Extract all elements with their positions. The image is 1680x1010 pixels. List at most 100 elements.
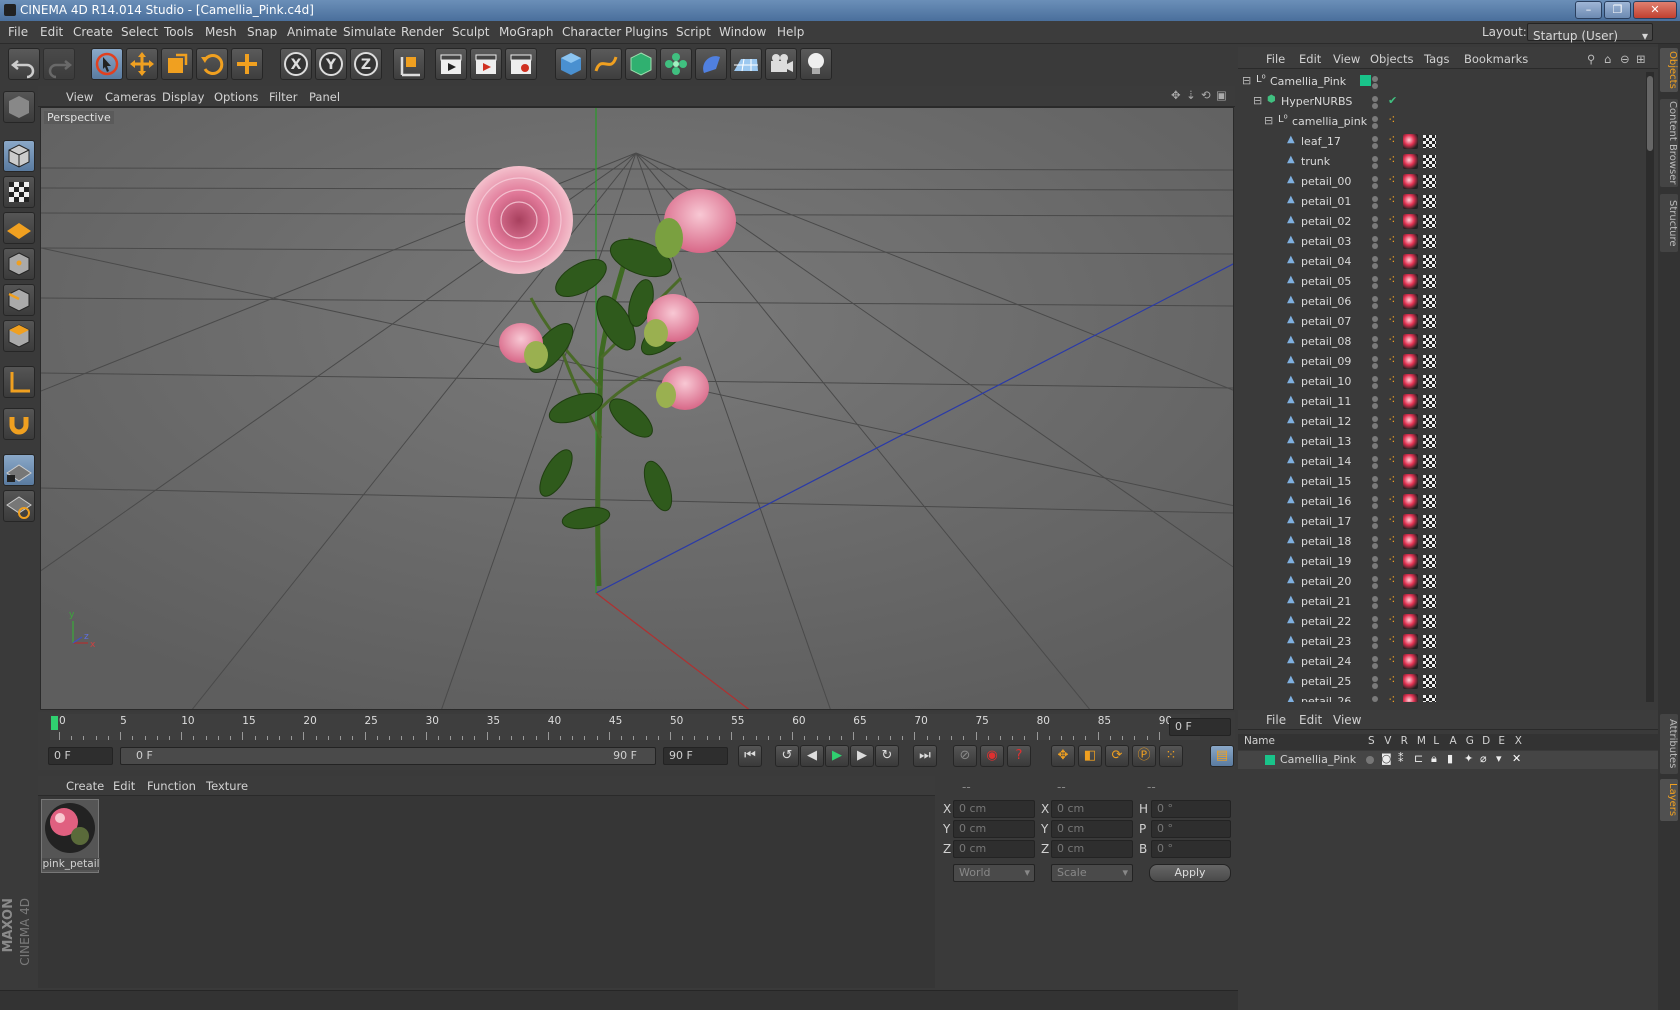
object-row[interactable]: ▲ petail_02 ⁖ xyxy=(1238,212,1643,232)
deformer-button[interactable] xyxy=(695,48,727,80)
previous-key-button[interactable]: ↺ xyxy=(775,745,799,767)
phong-tag-icon[interactable]: ⁖ xyxy=(1388,113,1396,128)
object-row[interactable]: ▲ petail_19 ⁖ xyxy=(1238,552,1643,572)
rot-p-field[interactable]: 0 ° xyxy=(1151,820,1231,838)
material-tag-icon[interactable] xyxy=(1403,294,1418,309)
pos-y-field[interactable]: 0 cm xyxy=(953,820,1035,838)
material-tag-icon[interactable] xyxy=(1403,194,1418,209)
tab-structure[interactable]: Structure xyxy=(1660,194,1678,252)
texture-mode-button[interactable] xyxy=(3,176,35,208)
rot-b-field[interactable]: 0 ° xyxy=(1151,840,1231,858)
material-menu-edit[interactable]: Edit xyxy=(113,779,135,793)
object-row[interactable]: ▲ petail_09 ⁖ xyxy=(1238,352,1643,372)
size-z-field[interactable]: 0 cm xyxy=(1051,840,1133,858)
uvw-tag-icon[interactable] xyxy=(1423,275,1436,288)
editor-visibility-dot[interactable] xyxy=(1372,696,1378,702)
coordinate-system-button[interactable] xyxy=(393,48,425,80)
render-visibility-dot[interactable] xyxy=(1372,203,1378,209)
record-keys-button[interactable]: ⊘ xyxy=(953,745,977,767)
phong-tag-icon[interactable]: ⁖ xyxy=(1388,453,1396,468)
phong-tag-icon[interactable]: ⁖ xyxy=(1388,193,1396,208)
render-visibility-dot[interactable] xyxy=(1372,123,1378,129)
size-x-field[interactable]: 0 cm xyxy=(1051,800,1133,818)
workplane-mode-button[interactable] xyxy=(3,212,35,244)
material-tag-icon[interactable] xyxy=(1403,394,1418,409)
material-tag-icon[interactable] xyxy=(1403,174,1418,189)
editor-visibility-dot[interactable] xyxy=(1372,76,1378,82)
editor-visibility-dot[interactable] xyxy=(1372,516,1378,522)
x-axis-lock-button[interactable]: X xyxy=(280,48,312,80)
uvw-tag-icon[interactable] xyxy=(1423,415,1436,428)
menu-select[interactable]: Select xyxy=(121,25,158,39)
menu-file[interactable]: File xyxy=(8,25,28,39)
viewport-menu-filter[interactable]: Filter xyxy=(269,90,297,104)
object-row[interactable]: ▲ petail_05 ⁖ xyxy=(1238,272,1643,292)
layer-column-l[interactable]: L xyxy=(1433,735,1439,747)
render-visibility-dot[interactable] xyxy=(1372,303,1378,309)
hypernurbs-button[interactable] xyxy=(625,48,657,80)
object-row[interactable]: ▲ petail_10 ⁖ xyxy=(1238,372,1643,392)
object-row[interactable]: ▲ petail_08 ⁖ xyxy=(1238,332,1643,352)
autokey-button[interactable]: ◉ xyxy=(980,745,1004,767)
current-frame-field[interactable]: 0 F xyxy=(1169,718,1231,736)
material-tag-icon[interactable] xyxy=(1403,674,1418,689)
render-visibility-dot[interactable] xyxy=(1372,663,1378,669)
object-menu-view[interactable]: View xyxy=(1333,52,1360,66)
phong-tag-icon[interactable]: ⁖ xyxy=(1388,593,1396,608)
render-visibility-dot[interactable] xyxy=(1372,583,1378,589)
object-row[interactable]: ⊟ L⁰ camellia_pink ⁖ xyxy=(1238,112,1643,132)
timeline-window-button[interactable]: ▤ xyxy=(1210,745,1234,767)
menu-sculpt[interactable]: Sculpt xyxy=(452,25,489,39)
frame-range-slider[interactable]: 0 F 90 F xyxy=(120,747,656,765)
new-window-icon[interactable]: ⊞ xyxy=(1636,52,1646,66)
editor-visibility-dot[interactable] xyxy=(1372,96,1378,102)
tab-content-browser[interactable]: Content Browser xyxy=(1660,99,1678,187)
material-tag-icon[interactable] xyxy=(1403,594,1418,609)
phong-tag-icon[interactable]: ⁖ xyxy=(1388,633,1396,648)
edges-mode-button[interactable] xyxy=(3,284,35,316)
object-row[interactable]: ⊟ L⁰ Camellia_Pink xyxy=(1238,72,1643,92)
polygons-mode-button[interactable] xyxy=(3,320,35,352)
editor-visibility-dot[interactable] xyxy=(1372,476,1378,482)
render-visibility-dot[interactable] xyxy=(1372,183,1378,189)
uvw-tag-icon[interactable] xyxy=(1423,175,1436,188)
object-row[interactable]: ▲ petail_00 ⁖ xyxy=(1238,172,1643,192)
tree-expander-icon[interactable]: ⊟ xyxy=(1242,74,1251,87)
object-row[interactable]: ▲ petail_21 ⁖ xyxy=(1238,592,1643,612)
layer-column-d[interactable]: D xyxy=(1482,735,1490,747)
uvw-tag-icon[interactable] xyxy=(1423,555,1436,568)
play-button[interactable]: ▶ xyxy=(825,745,849,767)
viewport-zoom-icon[interactable]: ⇣ xyxy=(1186,88,1196,102)
layer-column-g[interactable]: G xyxy=(1466,735,1474,747)
phong-tag-icon[interactable]: ⁖ xyxy=(1388,513,1396,528)
material-tag-icon[interactable] xyxy=(1403,414,1418,429)
object-row[interactable]: ▲ petail_26 ⁖ xyxy=(1238,692,1643,702)
editor-visibility-dot[interactable] xyxy=(1372,456,1378,462)
uvw-tag-icon[interactable] xyxy=(1423,475,1436,488)
scale-tool-button[interactable] xyxy=(161,48,193,80)
cube-primitive-button[interactable] xyxy=(555,48,587,80)
phong-tag-icon[interactable]: ⁖ xyxy=(1388,493,1396,508)
model-mode-button[interactable] xyxy=(3,140,35,172)
material-tag-icon[interactable] xyxy=(1403,274,1418,289)
uvw-tag-icon[interactable] xyxy=(1423,455,1436,468)
render-visibility-dot[interactable] xyxy=(1372,543,1378,549)
phong-tag-icon[interactable]: ⁖ xyxy=(1388,573,1396,588)
material-tag-icon[interactable] xyxy=(1403,574,1418,589)
render-visibility-dot[interactable] xyxy=(1372,503,1378,509)
material-swatch[interactable]: pink_petail xyxy=(41,799,100,873)
object-menu-bookmarks[interactable]: Bookmarks xyxy=(1464,52,1528,66)
viewport-menu-cameras[interactable]: Cameras xyxy=(105,90,156,104)
phong-tag-icon[interactable]: ⁖ xyxy=(1388,393,1396,408)
layer-menu-file[interactable]: File xyxy=(1266,713,1286,727)
editor-visibility-dot[interactable] xyxy=(1372,296,1378,302)
render-visibility-dot[interactable] xyxy=(1372,383,1378,389)
phong-tag-icon[interactable]: ⁖ xyxy=(1388,313,1396,328)
floor-button[interactable] xyxy=(730,48,762,80)
timeline-ruler[interactable]: 0 5 10 15 20 25 30 35 40 45 50 55 60 65 70 75 80 85 90 0 F xyxy=(38,712,1235,742)
uvw-tag-icon[interactable] xyxy=(1423,495,1436,508)
material-tag-icon[interactable] xyxy=(1403,694,1418,702)
layer-visible-icon[interactable]: ◙ xyxy=(1381,752,1392,765)
layout-dropdown[interactable]: Startup (User) ▾ xyxy=(1527,23,1653,43)
uvw-tag-icon[interactable] xyxy=(1423,135,1436,148)
